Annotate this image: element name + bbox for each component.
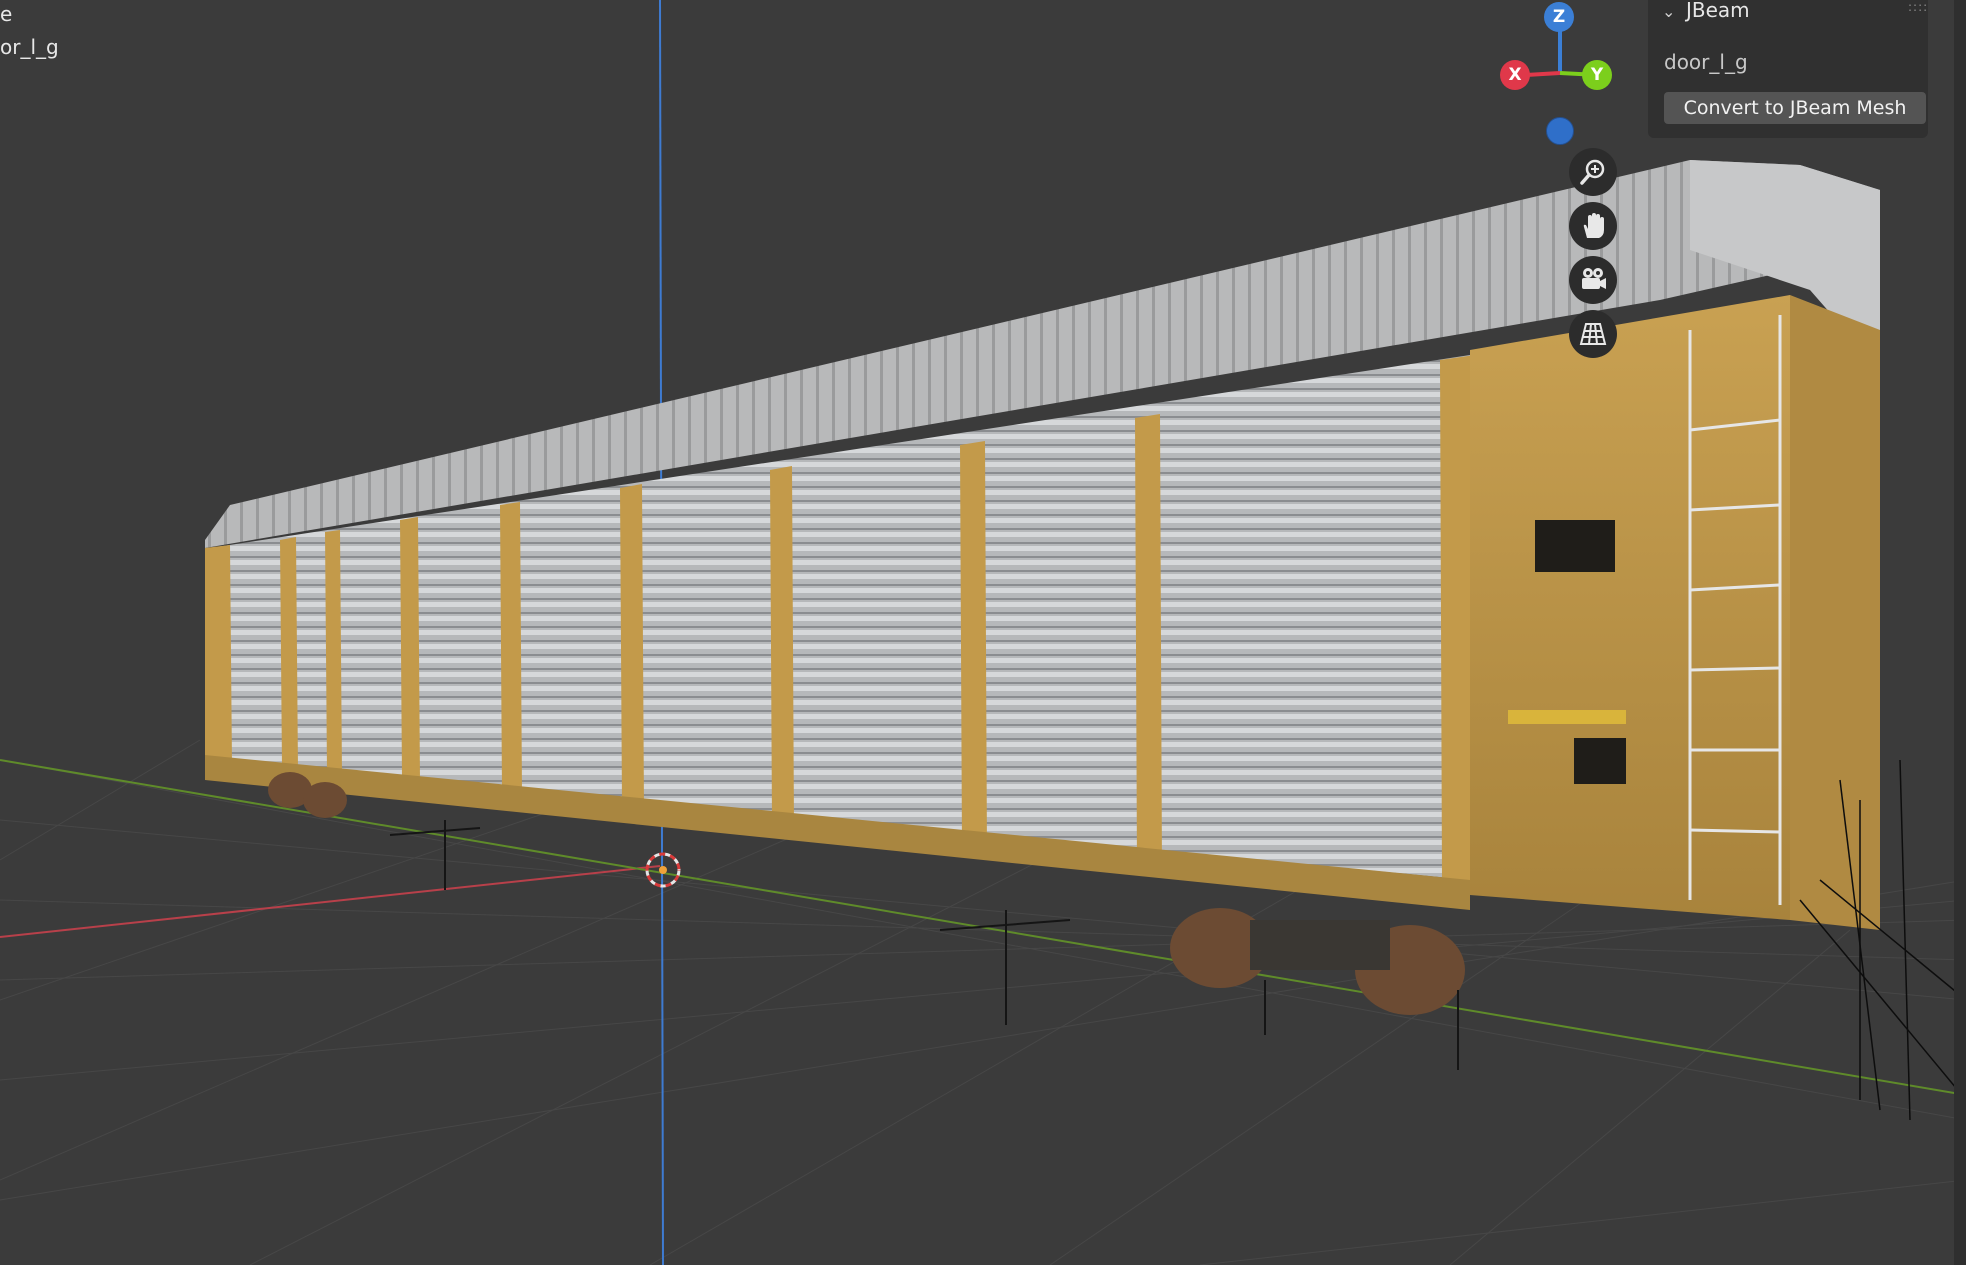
scene-render [0, 0, 1966, 1265]
car-end-wall [1470, 295, 1790, 920]
3d-viewport[interactable]: e or_l_g Z X Y ⌄ JBeam:::: door_l_g Con… [0, 0, 1966, 1265]
camera-icon [1582, 268, 1606, 289]
viewport-overlay-object: or_l_g [0, 35, 59, 59]
hand-icon [1583, 213, 1604, 238]
drag-grip-icon[interactable]: :::: [1908, 0, 1928, 14]
navigation-gizmo[interactable]: Z X Y [1470, 0, 1612, 150]
gizmo-negative-z-axis[interactable] [1546, 117, 1574, 145]
zoom-button[interactable] [1569, 148, 1617, 196]
jbeam-panel: ⌄ JBeam :::: door_l_g Convert to JBeam M… [1648, 0, 1928, 138]
toggle-ortho-button[interactable] [1569, 310, 1617, 358]
zoom-icon [1580, 159, 1605, 185]
selected-object-name: door_l_g [1664, 50, 1748, 74]
truck-rear [1170, 908, 1465, 1015]
viewport-overlay-mode: e [0, 2, 13, 26]
jbeam-panel-header[interactable]: ⌄ JBeam :::: [1648, 0, 1928, 22]
viewport-right-edge [1954, 0, 1966, 1265]
camera-view-button[interactable] [1569, 256, 1617, 304]
grid-icon [1579, 323, 1607, 345]
jbeam-panel-title: JBeam [1686, 0, 1750, 22]
gizmo-x-axis[interactable]: X [1500, 60, 1530, 90]
gizmo-z-axis[interactable]: Z [1544, 2, 1574, 32]
x-axis-line [0, 865, 661, 938]
chevron-down-icon: ⌄ [1662, 2, 1676, 21]
pan-button[interactable] [1569, 202, 1617, 250]
gizmo-y-axis[interactable]: Y [1582, 60, 1612, 90]
convert-to-jbeam-mesh-button[interactable]: Convert to JBeam Mesh [1664, 92, 1926, 124]
